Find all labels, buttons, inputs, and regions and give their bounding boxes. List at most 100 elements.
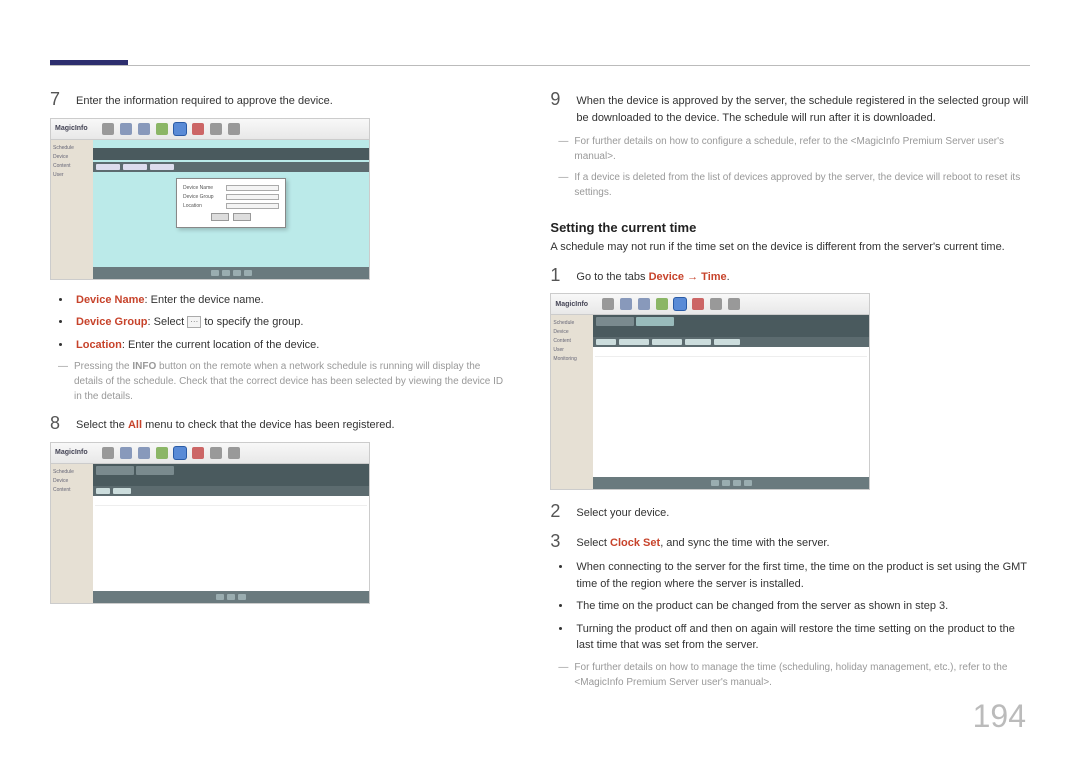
text-red: Time — [701, 271, 726, 283]
text-red: Device — [649, 271, 684, 283]
screenshot-header-strip — [93, 148, 369, 160]
step-text: Go to the tabs Device → Time. — [576, 266, 729, 286]
text: menu to check that the device has been r… — [142, 419, 395, 431]
label: Device Group — [76, 316, 148, 328]
bottom-chip — [238, 594, 246, 600]
screenshot-approve-device: MagicInfo Schedule Device Content User — [50, 118, 370, 280]
sidebar-item: Monitoring — [553, 355, 591, 364]
device-info-bullets: Device Name: Enter the device name. Devi… — [72, 292, 510, 354]
dash-icon: ― — [58, 359, 68, 404]
grid-head — [596, 339, 616, 345]
text: : Enter the current location of the devi… — [122, 339, 320, 351]
bottom-chip — [211, 270, 219, 276]
sidebar-item: Content — [53, 486, 91, 495]
bottom-chip — [233, 270, 241, 276]
step-number: 9 — [550, 90, 566, 126]
bottom-chip — [711, 480, 719, 486]
screenshot-body: Schedule Device Content User Device Name… — [50, 140, 370, 280]
toolbar-icon — [192, 447, 204, 459]
popup-input — [226, 194, 279, 200]
sidebar-item: Device — [553, 328, 591, 337]
popup-label: Location — [183, 203, 223, 209]
sidebar-item: Schedule — [553, 319, 591, 328]
toolbar-icon — [156, 123, 168, 135]
sidebar-item: User — [53, 171, 91, 180]
toolbar-icon — [138, 123, 150, 135]
page-number: 194 — [973, 698, 1026, 735]
screenshot-toolbar: MagicInfo — [550, 293, 870, 315]
bottom-chip — [244, 270, 252, 276]
toolbar-icon — [210, 123, 222, 135]
step-3: 3 Select Clock Set, and sync the time wi… — [550, 532, 1030, 552]
bottom-chip — [227, 594, 235, 600]
bullet: The time on the product can be changed f… — [572, 598, 1030, 615]
screenshot-main: Device Name Device Group Location — [93, 140, 369, 279]
tab — [96, 466, 134, 475]
step-8: 8 Select the All menu to check that the … — [50, 414, 510, 434]
sidebar-item: Device — [53, 153, 91, 162]
screenshot-subheader — [93, 162, 369, 172]
step-text: Select the All menu to check that the de… — [76, 414, 395, 434]
grid-row — [595, 347, 867, 357]
text: Select — [576, 537, 610, 549]
note-b: ― If a device is deleted from the list o… — [558, 170, 1030, 200]
text: Go to the tabs — [576, 271, 648, 283]
screenshot-main — [593, 315, 869, 489]
text: : Select — [148, 316, 188, 328]
approval-popup: Device Name Device Group Location — [176, 178, 286, 228]
step-number: 2 — [550, 502, 566, 522]
bottom-chip — [744, 480, 752, 486]
toolbar-icon — [138, 447, 150, 459]
screenshot-sidebar: Schedule Device Content User Monitoring — [551, 315, 593, 489]
tab — [596, 317, 634, 326]
dash-icon: ― — [558, 170, 568, 200]
text-red: All — [128, 419, 142, 431]
screenshot-registered-device: MagicInfo Schedule Device Content — [50, 442, 370, 604]
time-bullets: When connecting to the server for the fi… — [572, 559, 1030, 654]
text: Select the — [76, 419, 128, 431]
note-text: For further details on how to manage the… — [574, 660, 1030, 690]
popup-label: Device Name — [183, 185, 223, 191]
bullet: Turning the product off and then on agai… — [572, 621, 1030, 654]
toolbar-icon — [102, 447, 114, 459]
text: . — [727, 271, 730, 283]
screenshot-sidebar: Schedule Device Content — [51, 464, 93, 603]
step-1: 1 Go to the tabs Device → Time. — [550, 266, 1030, 286]
top-rule — [50, 65, 1030, 66]
browse-button-icon: ⋯ — [187, 316, 201, 328]
toolbar-icon — [192, 123, 204, 135]
grid-head — [685, 339, 711, 345]
bottom-chip — [222, 270, 230, 276]
screenshot-btn — [96, 164, 120, 170]
step-9: 9 When the device is approved by the ser… — [550, 90, 1030, 126]
section-intro: A schedule may not run if the time set o… — [550, 239, 1030, 256]
toolbar-icon — [156, 447, 168, 459]
text: : Enter the device name. — [145, 294, 264, 306]
toolbar-icon — [638, 298, 650, 310]
screenshot-logo: MagicInfo — [555, 301, 588, 308]
text: , and sync the time with the server. — [660, 537, 829, 549]
toolbar-icon — [656, 298, 668, 310]
toolbar-icon — [602, 298, 614, 310]
note-c: ― For further details on how to manage t… — [558, 660, 1030, 690]
bottom-chip — [216, 594, 224, 600]
right-column: 9 When the device is approved by the ser… — [550, 60, 1030, 696]
toolbar-icon — [228, 123, 240, 135]
screenshot-main — [93, 464, 369, 603]
popup-input — [226, 185, 279, 191]
screenshot-body: Schedule Device Content — [50, 464, 370, 604]
grid-head — [652, 339, 682, 345]
step-text: Select your device. — [576, 502, 669, 522]
screenshot-logo: MagicInfo — [55, 125, 88, 132]
sidebar-item: Schedule — [53, 144, 91, 153]
popup-cancel — [233, 213, 251, 221]
arrow: → — [684, 271, 701, 283]
screenshot-tabs — [93, 464, 369, 486]
step-text: When the device is approved by the serve… — [576, 90, 1030, 126]
screenshot-sidebar: Schedule Device Content User — [51, 140, 93, 279]
step-number: 7 — [50, 90, 66, 110]
screenshot-toolbar: MagicInfo — [50, 442, 370, 464]
section-title: Setting the current time — [550, 220, 1030, 235]
screenshot-bottom-bar — [93, 267, 369, 279]
grid-head — [714, 339, 740, 345]
